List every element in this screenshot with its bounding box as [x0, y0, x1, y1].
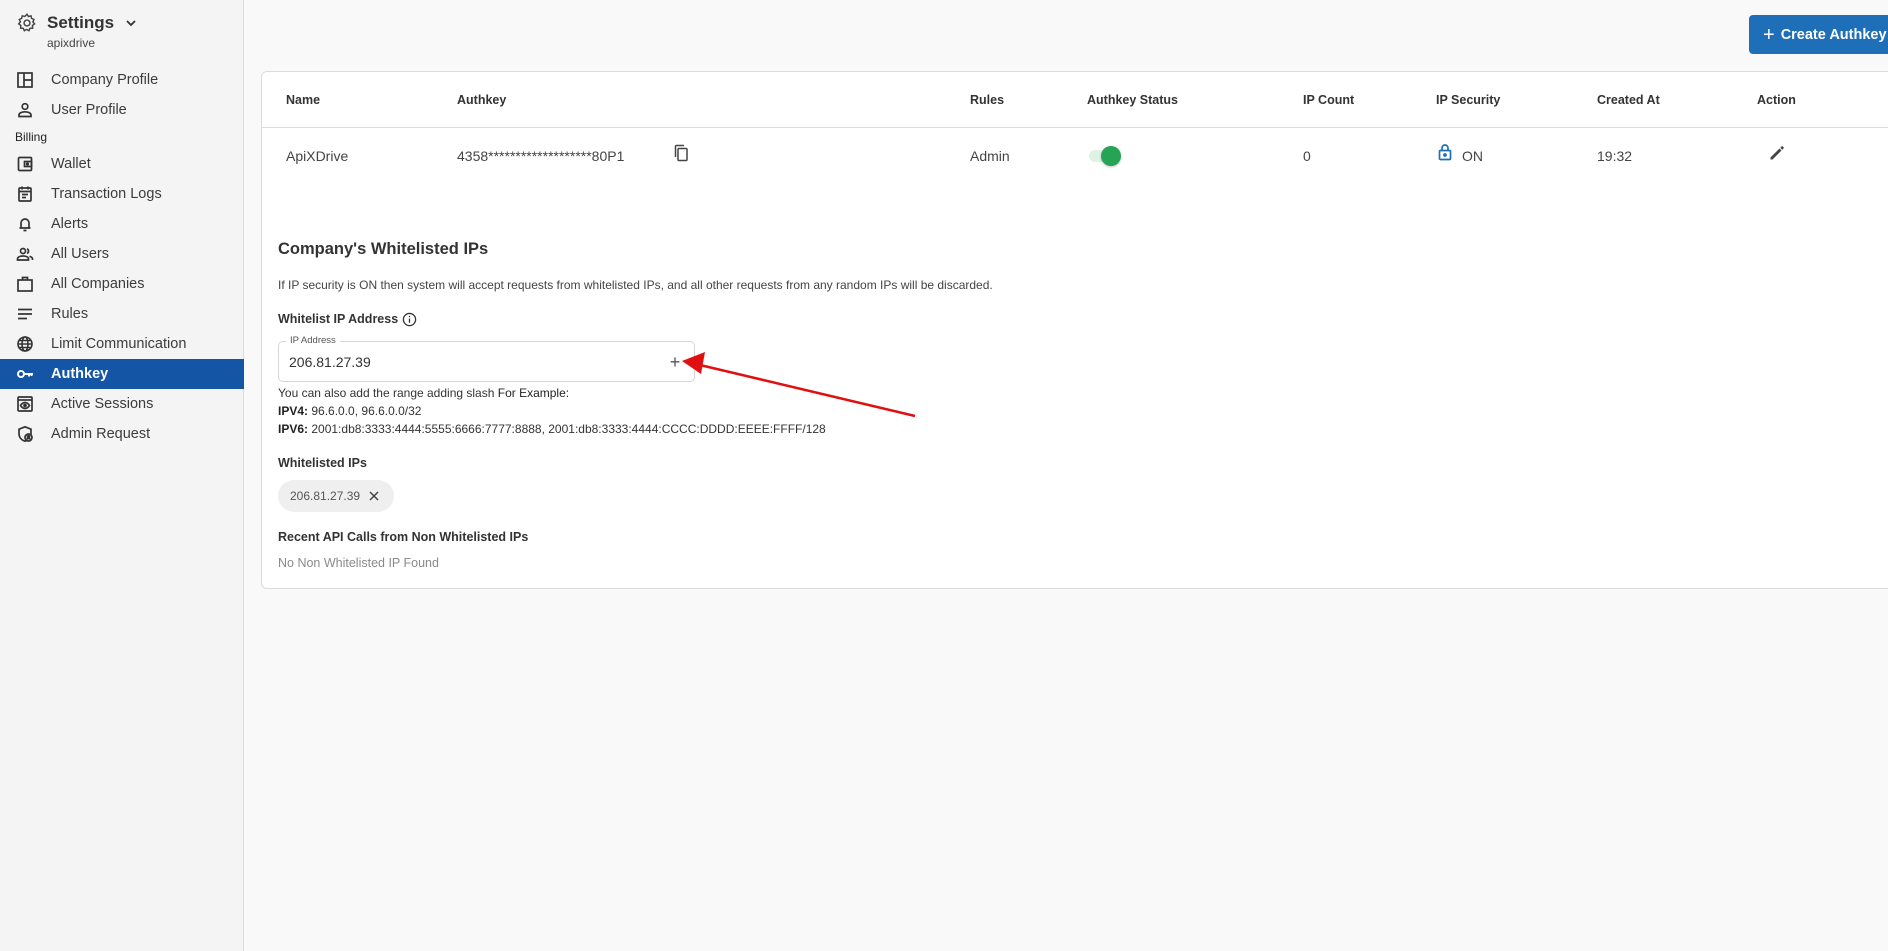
lock-icon — [1438, 144, 1452, 161]
authkey-name: ApiXDrive — [286, 148, 349, 164]
sidebar-item-label: Rules — [51, 306, 89, 322]
sidebar-item-all-users[interactable]: All Users — [0, 239, 244, 269]
authkey-status-toggle[interactable] — [1087, 145, 1125, 167]
gear-icon — [17, 13, 36, 32]
sidebar-item-label: Company Profile — [51, 72, 159, 88]
column-header-authkey[interactable]: Authkey — [457, 93, 506, 107]
info-icon[interactable] — [402, 312, 417, 327]
table-header: Name Authkey Rules Authkey Status IP Cou… — [262, 72, 1888, 128]
toggle-knob — [1101, 146, 1121, 166]
key-icon — [17, 370, 33, 378]
calendar-list-icon — [18, 186, 32, 202]
ip-address-legend: IP Address — [286, 335, 340, 346]
whitelisted-ip-chip: 206.81.27.39 — [278, 480, 394, 512]
sidebar-item-limit-communication[interactable]: Limit Communication — [0, 329, 244, 359]
company-name: apixdrive — [47, 36, 96, 50]
column-header-created-at[interactable]: Created At — [1597, 93, 1660, 107]
range-hint: You can also add the range adding slash … — [278, 386, 569, 400]
sidebar-item-label: All Users — [51, 246, 110, 262]
column-header-name[interactable]: Name — [286, 93, 320, 107]
sidebar: Settings apixdrive Company Profile User … — [0, 0, 244, 951]
authkey-card: Name Authkey Rules Authkey Status IP Cou… — [261, 71, 1888, 589]
ip-security-status: ON — [1462, 148, 1483, 164]
ip-address-input[interactable] — [289, 354, 629, 370]
sidebar-section-billing: Billing — [15, 130, 48, 144]
whitelist-title: Company's Whitelisted IPs — [278, 240, 489, 258]
plus-icon: + — [1763, 23, 1775, 46]
whitelist-ip-label: Whitelist IP Address — [278, 312, 399, 326]
lines-icon — [18, 308, 32, 320]
authkey-value: 4358*******************80P1 — [457, 148, 625, 164]
briefcase-icon — [17, 276, 33, 292]
sidebar-item-wallet[interactable]: Wallet — [0, 149, 244, 179]
users-icon — [16, 247, 34, 261]
whitelist-description: If IP security is ON then system will ac… — [278, 278, 993, 292]
ipv4-example-values: 96.6.0.0, 96.6.0.0/32 — [311, 404, 422, 418]
sidebar-item-label: Transaction Logs — [51, 186, 162, 202]
sidebar-item-alerts[interactable]: Alerts — [0, 209, 244, 239]
table-row: ApiXDrive 4358*******************80P1 Ad… — [262, 129, 1888, 185]
chevron-down-icon[interactable] — [124, 16, 138, 30]
column-header-action: Action — [1757, 93, 1796, 107]
sidebar-item-label: Limit Communication — [51, 336, 187, 352]
sidebar-item-rules[interactable]: Rules — [0, 299, 244, 329]
sidebar-item-admin-request[interactable]: Admin Request — [0, 419, 244, 449]
sidebar-item-label: Alerts — [51, 216, 89, 232]
remove-ip-icon[interactable] — [368, 490, 380, 502]
recent-calls-label: Recent API Calls from Non Whitelisted IP… — [278, 530, 529, 544]
sidebar-item-authkey[interactable]: Authkey — [0, 359, 244, 389]
shield-user-icon — [18, 425, 33, 443]
sidebar-item-user-profile[interactable]: User Profile — [0, 95, 244, 125]
whitelisted-ip-value: 206.81.27.39 — [290, 489, 361, 503]
sidebar-item-label: Wallet — [51, 156, 91, 172]
ipv6-example-values: 2001:db8:3333:4444:5555:6666:7777:8888, … — [311, 422, 826, 436]
ipv6-example: IPV6: 2001:db8:3333:4444:5555:6666:7777:… — [278, 422, 826, 436]
column-header-authkey-status[interactable]: Authkey Status — [1087, 93, 1178, 107]
ipv4-label: IPV4: — [278, 404, 309, 418]
globe-icon — [17, 336, 33, 352]
ipv4-example: IPV4: 96.6.0.0, 96.6.0.0/32 — [278, 404, 421, 418]
created-at: 19:32 — [1597, 148, 1633, 164]
ip-count: 0 — [1303, 148, 1311, 164]
column-header-ip-count[interactable]: IP Count — [1303, 93, 1354, 107]
whitelisted-ips-label: Whitelisted IPs — [278, 456, 367, 470]
authkey-rules: Admin — [970, 148, 1010, 164]
sidebar-item-label: Authkey — [51, 366, 109, 382]
sidebar-item-active-sessions[interactable]: Active Sessions — [0, 389, 244, 419]
settings-title: Settings — [47, 13, 115, 32]
ipv6-label: IPV6: — [278, 422, 309, 436]
sidebar-item-label: Active Sessions — [51, 396, 154, 412]
column-header-ip-security[interactable]: IP Security — [1436, 93, 1500, 107]
create-authkey-button[interactable]: + Create Authkey — [1749, 15, 1888, 54]
edit-pencil-icon[interactable] — [1768, 144, 1786, 162]
sidebar-item-label: User Profile — [51, 102, 127, 118]
bell-icon — [19, 218, 31, 232]
ip-address-field: IP Address + — [278, 335, 695, 382]
sidebar-item-transaction-logs[interactable]: Transaction Logs — [0, 179, 244, 209]
column-header-rules[interactable]: Rules — [970, 93, 1004, 107]
sidebar-item-label: All Companies — [51, 276, 145, 292]
sidebar-nav: Company Profile User Profile Billing Wal… — [0, 65, 244, 449]
person-icon — [18, 102, 32, 118]
range-hint-text: You can also add the range adding slash — [278, 386, 495, 400]
add-ip-button[interactable]: + — [664, 351, 686, 373]
wallet-icon — [17, 156, 33, 172]
sidebar-item-label: Admin Request — [51, 426, 151, 442]
recent-calls-empty: No Non Whitelisted IP Found — [278, 556, 439, 570]
create-authkey-label: Create Authkey — [1780, 26, 1887, 43]
sidebar-item-all-companies[interactable]: All Companies — [0, 269, 244, 299]
layout-icon — [17, 72, 33, 88]
sidebar-item-company-profile[interactable]: Company Profile — [0, 65, 244, 95]
range-hint-example-label: For Example: — [497, 386, 570, 400]
eye-window-icon — [17, 396, 33, 412]
copy-icon[interactable] — [673, 144, 689, 162]
